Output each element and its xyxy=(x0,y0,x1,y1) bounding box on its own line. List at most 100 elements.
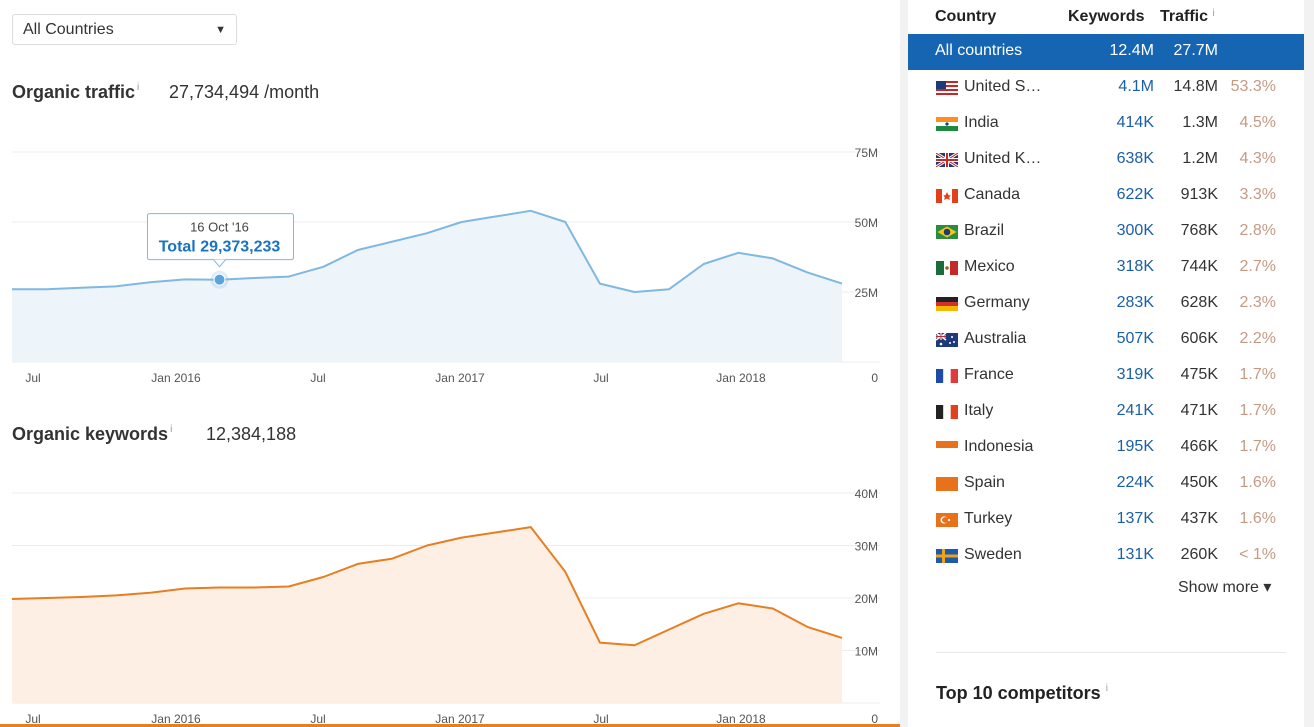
organic-traffic-value: 27,734,494 /month xyxy=(169,82,320,102)
country-traffic: 744K xyxy=(1180,258,1218,275)
country-keywords[interactable]: 137K xyxy=(1117,510,1154,528)
data-point[interactable] xyxy=(251,585,257,591)
data-point[interactable] xyxy=(493,213,499,219)
data-point[interactable] xyxy=(78,285,84,291)
data-point[interactable] xyxy=(389,556,395,562)
traffic-column-header[interactable]: Traffic i xyxy=(1160,8,1215,26)
info-icon[interactable]: i xyxy=(170,424,172,435)
data-point[interactable] xyxy=(804,269,810,275)
data-point[interactable] xyxy=(286,583,292,589)
country-traffic-share: < 1% xyxy=(1239,546,1276,563)
country-row[interactable]: Turkey 137K 437K 1.6% xyxy=(908,502,1304,538)
canada-flag-icon xyxy=(936,189,958,203)
data-point[interactable] xyxy=(459,219,465,225)
organic-traffic-chart[interactable]: 75M 50M 25M 0 Jul Jan 2016 Jul Jan 2017 Jul Jan 2… xyxy=(0,130,900,390)
data-point[interactable] xyxy=(355,247,361,253)
data-point[interactable] xyxy=(320,264,326,270)
country-row[interactable]: Spain 224K 450K 1.6% xyxy=(908,466,1304,502)
data-point[interactable] xyxy=(147,279,153,285)
hover-point[interactable] xyxy=(213,273,226,286)
organic-keywords-label: Organic keywords xyxy=(12,424,169,444)
data-point[interactable] xyxy=(44,595,50,601)
country-row[interactable]: Indonesia 195K 466K 1.7% xyxy=(908,430,1304,466)
data-point[interactable] xyxy=(770,606,776,612)
data-point[interactable] xyxy=(424,230,430,236)
data-point[interactable] xyxy=(666,627,672,633)
data-point[interactable] xyxy=(735,250,741,256)
data-point[interactable] xyxy=(701,611,707,617)
country-keywords[interactable]: 241K xyxy=(1117,402,1154,420)
country-traffic-share: 1.6% xyxy=(1239,510,1276,527)
france-flag-icon xyxy=(936,369,958,383)
data-point[interactable] xyxy=(839,281,845,287)
country-keywords[interactable]: 414K xyxy=(1117,114,1154,132)
country-keywords[interactable]: 318K xyxy=(1117,258,1154,276)
data-point[interactable] xyxy=(251,275,257,281)
show-more-button[interactable]: Show more ▾ xyxy=(1178,577,1271,597)
data-point[interactable] xyxy=(355,561,361,567)
country-row[interactable]: Mexico 318K 744K 2.7% xyxy=(908,250,1304,286)
data-point[interactable] xyxy=(632,642,638,648)
country-row[interactable]: Australia 507K 606K 2.2% xyxy=(908,322,1304,358)
data-point[interactable] xyxy=(493,529,499,535)
data-point[interactable] xyxy=(597,640,603,646)
data-point[interactable] xyxy=(424,543,430,549)
country-row[interactable]: Sweden 131K 260K < 1% xyxy=(908,538,1304,574)
data-point[interactable] xyxy=(286,274,292,280)
country-keywords[interactable]: 507K xyxy=(1117,330,1154,348)
country-keywords[interactable]: 283K xyxy=(1117,294,1154,312)
country-row-all[interactable]: All countries 12.4M 27.7M xyxy=(908,34,1304,70)
data-point[interactable] xyxy=(562,569,568,575)
data-point[interactable] xyxy=(562,219,568,225)
country-keywords[interactable]: 300K xyxy=(1117,222,1154,240)
country-row[interactable]: Italy 241K 471K 1.7% xyxy=(908,394,1304,430)
data-point[interactable] xyxy=(528,524,534,530)
data-point[interactable] xyxy=(9,286,15,292)
country-filter-dropdown[interactable]: All Countries ▼ xyxy=(12,14,237,45)
data-point[interactable] xyxy=(113,592,119,598)
info-icon[interactable]: i xyxy=(1106,683,1108,694)
country-name: Indonesia xyxy=(964,438,1034,455)
country-keywords[interactable]: 622K xyxy=(1117,186,1154,204)
data-point[interactable] xyxy=(839,635,845,641)
data-point[interactable] xyxy=(735,600,741,606)
data-point[interactable] xyxy=(666,286,672,292)
country-traffic-share: 1.7% xyxy=(1239,402,1276,419)
data-point[interactable] xyxy=(632,289,638,295)
data-point[interactable] xyxy=(113,283,119,289)
keywords-column-header[interactable]: Keywords xyxy=(1068,8,1144,26)
country-keywords[interactable]: 224K xyxy=(1117,474,1154,492)
country-row[interactable]: United S… 4.1M 14.8M 53.3% xyxy=(908,70,1304,106)
country-row[interactable]: Canada 622K 913K 3.3% xyxy=(908,178,1304,214)
data-point[interactable] xyxy=(459,535,465,541)
country-keywords[interactable]: 319K xyxy=(1117,366,1154,384)
country-row[interactable]: India 414K 1.3M 4.5% xyxy=(908,106,1304,142)
data-point[interactable] xyxy=(701,261,707,267)
data-point[interactable] xyxy=(182,586,188,592)
data-point[interactable] xyxy=(44,286,50,292)
data-point[interactable] xyxy=(217,585,223,591)
country-keywords[interactable]: 638K xyxy=(1117,150,1154,168)
data-point[interactable] xyxy=(528,208,534,214)
country-row[interactable]: France 319K 475K 1.7% xyxy=(908,358,1304,394)
data-point[interactable] xyxy=(320,574,326,580)
dropdown-arrow-icon: ▼ xyxy=(215,24,226,36)
info-icon[interactable]: i xyxy=(137,82,139,93)
data-point[interactable] xyxy=(389,239,395,245)
country-keywords[interactable]: 195K xyxy=(1117,438,1154,456)
organic-keywords-chart[interactable]: 40M30M20M10M0Jul Jan 2016 Jul Jan 2017 Jul Ja… xyxy=(0,473,900,727)
country-row[interactable]: United K… 638K 1.2M 4.3% xyxy=(908,142,1304,178)
data-point[interactable] xyxy=(182,276,188,282)
data-point[interactable] xyxy=(770,255,776,261)
x-tick-label: Jul xyxy=(25,371,40,385)
data-point[interactable] xyxy=(597,281,603,287)
country-row[interactable]: Germany 283K 628K 2.3% xyxy=(908,286,1304,322)
data-point[interactable] xyxy=(78,594,84,600)
country-row[interactable]: Brazil 300K 768K 2.8% xyxy=(908,214,1304,250)
info-icon[interactable]: i xyxy=(1212,8,1214,19)
country-keywords[interactable]: 131K xyxy=(1117,546,1154,564)
data-point[interactable] xyxy=(804,624,810,630)
country-keywords[interactable]: 4.1M xyxy=(1118,78,1154,96)
data-point[interactable] xyxy=(147,590,153,596)
data-point[interactable] xyxy=(9,596,15,602)
